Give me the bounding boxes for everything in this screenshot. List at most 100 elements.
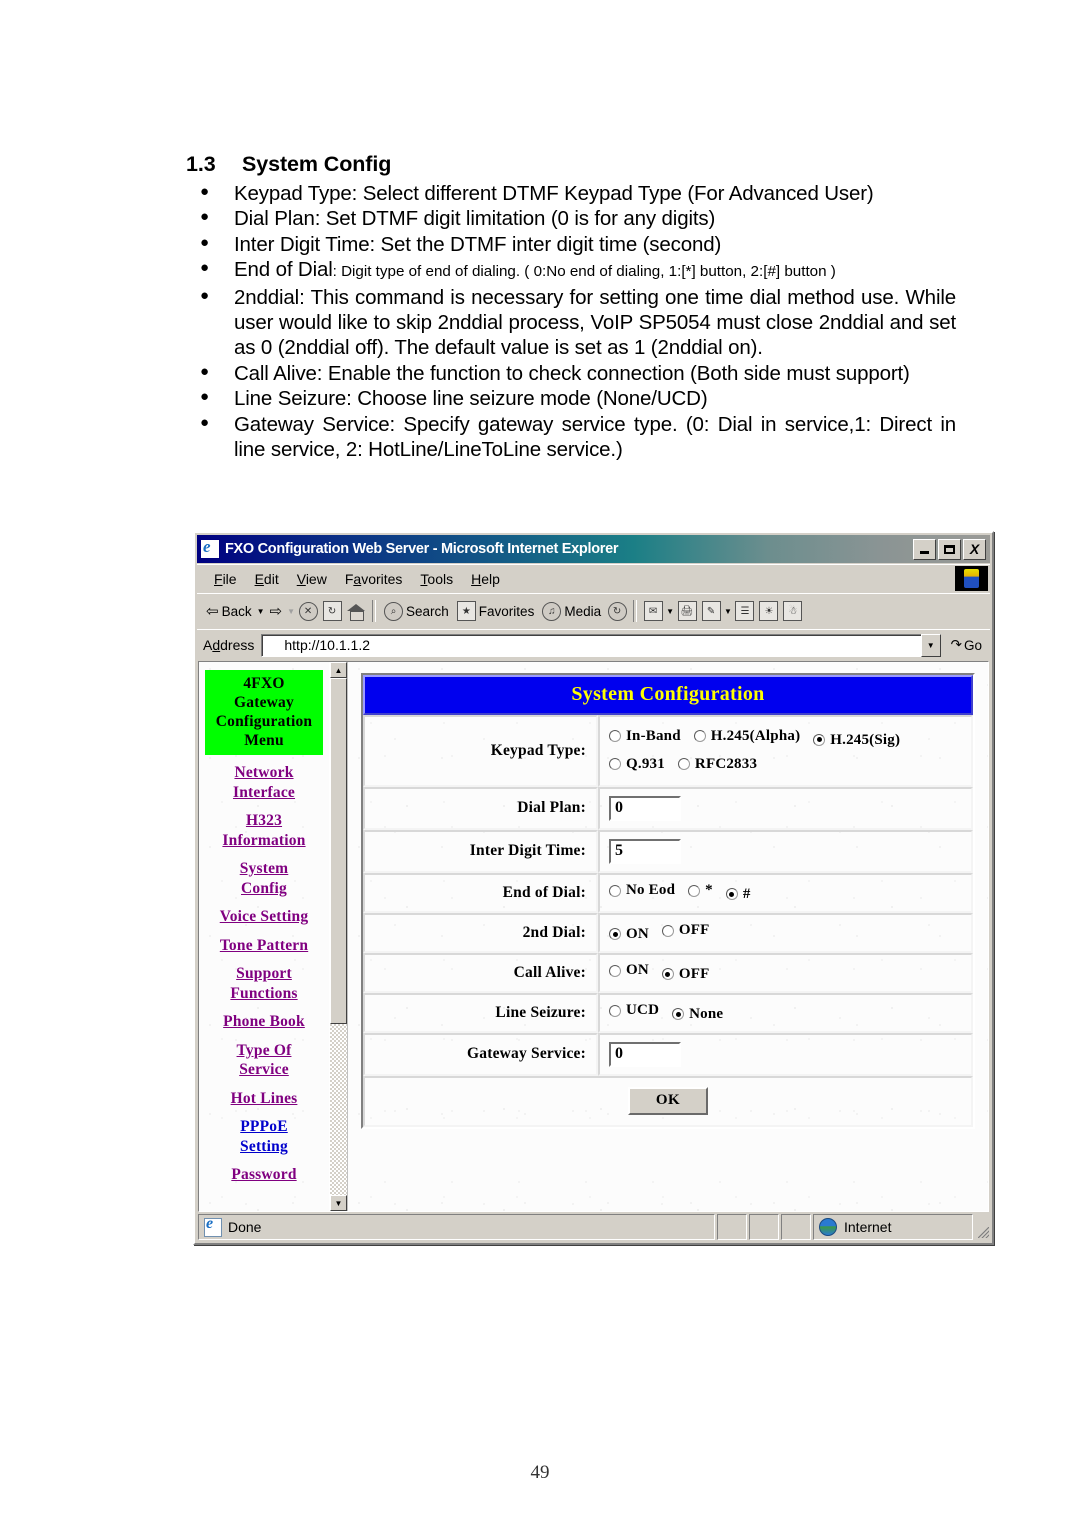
go-button[interactable]: ↷ Go <box>947 637 986 653</box>
menu-tools[interactable]: Tools <box>411 569 462 589</box>
address-dropdown-icon[interactable]: ▼ <box>920 633 941 657</box>
radio-line-seizure-none-label: None <box>689 1005 724 1022</box>
back-dropdown-icon[interactable]: ▼ <box>257 607 265 616</box>
radio-end-of-dial-hash[interactable]: # <box>725 886 751 903</box>
refresh-button[interactable]: ↻ <box>321 601 343 622</box>
inter-digit-time-input[interactable]: 5 <box>609 838 681 864</box>
realone-person-icon: ☃ <box>783 601 803 621</box>
gateway-service-input[interactable]: 0 <box>609 1041 681 1067</box>
nav-link-phone-book[interactable]: Phone Book <box>203 1012 325 1032</box>
bullet-inter-digit-time: Inter Digit Time: Set the DTMF inter dig… <box>186 230 956 257</box>
maximize-button[interactable] <box>938 538 961 560</box>
mail-button[interactable]: ✉ <box>642 601 664 622</box>
status-panel-2 <box>749 1214 779 1240</box>
favorites-button[interactable]: ★ Favorites <box>454 600 538 622</box>
ok-button[interactable]: OK <box>628 1086 708 1115</box>
radio-end-of-dial-star[interactable]: * <box>688 882 713 899</box>
radio-keypad-q931[interactable]: Q.931 <box>609 752 665 776</box>
menu-favorites[interactable]: Favorites <box>336 569 412 589</box>
nav-link-tone-pattern[interactable]: Tone Pattern <box>203 936 325 956</box>
status-panel-1 <box>717 1214 747 1240</box>
system-configuration-table: System Configuration Keypad Type: In-Ban… <box>361 673 975 1129</box>
nav-link-support-line-1: Support <box>236 965 292 982</box>
browser-window: FXO Configuration Web Server - Microsoft… <box>193 531 994 1245</box>
forward-dropdown-icon[interactable]: ▼ <box>287 607 295 616</box>
nav-link-password[interactable]: Password <box>203 1165 325 1185</box>
address-input[interactable]: http://10.1.1.2 <box>261 633 941 657</box>
radio-end-of-dial-none-label: No Eod <box>626 882 676 899</box>
menu-edit[interactable]: Edit <box>246 569 288 589</box>
scrollbar-track[interactable] <box>330 1023 347 1195</box>
nav-link-h323-line-1: H323 <box>245 812 283 829</box>
table-row-dial-plan: Dial Plan: 0 <box>363 786 973 830</box>
edit-dropdown-icon[interactable]: ▼ <box>724 607 732 616</box>
bullet-keypad-type: Keypad Type: Select different DTMF Keypa… <box>186 179 956 206</box>
radio-call-alive-on[interactable]: ON <box>609 962 649 979</box>
nav-link-network-interface[interactable]: Network Interface <box>203 763 325 802</box>
minimize-button[interactable] <box>913 538 936 560</box>
radio-line-seizure-none[interactable]: None <box>672 1006 723 1023</box>
gateway-menu-title-box: 4FXO Gateway Configuration Menu <box>205 670 323 755</box>
gateway-service-label: Gateway Service: <box>363 1032 598 1076</box>
status-bar: Done Internet <box>198 1214 989 1240</box>
nav-link-system-config[interactable]: System Config <box>203 859 325 898</box>
radio-line-seizure-ucd[interactable]: UCD <box>609 1002 659 1019</box>
nav-link-type-of-service[interactable]: Type Of Service <box>203 1041 325 1080</box>
section-title: System Config <box>242 152 392 176</box>
nav-link-support-functions[interactable]: Support Functions <box>203 964 325 1003</box>
search-button[interactable]: ⌕ Search <box>381 601 452 622</box>
radio-keypad-h245-sig[interactable]: H.245(Sig) <box>813 728 900 752</box>
home-button[interactable] <box>345 601 367 622</box>
security-zone-panel[interactable]: Internet <box>813 1214 973 1240</box>
radio-end-of-dial-star-label: * <box>705 882 713 899</box>
second-dial-options: ON OFF <box>598 912 973 953</box>
navigation-frame-scrollbar[interactable]: ▲ ▼ <box>329 662 347 1211</box>
forward-button[interactable]: ⇨ <box>267 603 286 620</box>
dial-plan-input[interactable]: 0 <box>609 795 681 821</box>
menu-file[interactable]: File <box>205 569 246 589</box>
radio-second-dial-off[interactable]: OFF <box>661 922 710 939</box>
nav-link-voice-setting[interactable]: Voice Setting <box>203 907 325 927</box>
discuss-button[interactable]: ☰ <box>734 601 756 622</box>
media-button[interactable]: ♫ Media <box>539 601 604 622</box>
nav-link-h323-information[interactable]: H323 Information <box>203 811 325 850</box>
radio-keypad-h245-sig-label: H.245(Sig) <box>830 731 901 748</box>
history-button[interactable]: ↻ <box>606 601 628 622</box>
nav-link-pppoe-setting[interactable]: PPPoE Setting <box>203 1117 325 1156</box>
nav-link-hot-lines[interactable]: Hot Lines <box>203 1089 325 1109</box>
edit-button[interactable]: ✎ <box>700 601 722 622</box>
close-button[interactable]: X <box>963 538 986 560</box>
internet-explorer-icon <box>200 539 220 559</box>
radio-keypad-h245-alpha[interactable]: H.245(Alpha) <box>693 724 801 748</box>
media-label: Media <box>564 603 602 619</box>
radio-keypad-rfc2833[interactable]: RFC2833 <box>677 752 757 776</box>
table-row-2nd-dial: 2nd Dial: ON OFF <box>363 912 973 953</box>
scroll-up-arrow-icon[interactable]: ▲ <box>330 662 347 678</box>
nav-link-tos-line-2: Service <box>239 1061 289 1078</box>
radio-call-alive-off[interactable]: OFF <box>661 966 710 983</box>
document-body: 1.3 System Config Keypad Type: Select di… <box>186 152 956 462</box>
bullet-gateway-service: Gateway Service: Specify gateway service… <box>186 410 956 463</box>
nav-link-system-config-line-2: Config <box>241 879 287 897</box>
stop-button[interactable]: ✕ <box>297 601 319 622</box>
bullet-line-seizure: Line Seizure: Choose line seizure mode (… <box>186 384 956 411</box>
menu-view[interactable]: View <box>288 569 336 589</box>
back-button[interactable]: ⇦ Back <box>203 603 255 620</box>
mail-dropdown-icon[interactable]: ▼ <box>666 607 674 616</box>
toolbar-separator-2 <box>633 600 638 622</box>
radio-end-of-dial-none[interactable]: No Eod <box>609 882 675 899</box>
radio-keypad-in-band[interactable]: In-Band <box>609 724 681 748</box>
radio-second-dial-on[interactable]: ON <box>609 926 649 943</box>
menu-box-line-2: Gateway <box>234 694 294 711</box>
scrollbar-thumb[interactable] <box>330 678 347 1024</box>
edit-icon: ✎ <box>701 601 721 621</box>
menu-help[interactable]: Help <box>462 569 509 589</box>
messenger-button[interactable]: ☀ <box>758 601 780 622</box>
print-button[interactable]: 🖨 <box>676 601 698 622</box>
table-row-keypad-type: Keypad Type: In-Band H.245(Alpha) H.245(Si… <box>363 715 973 787</box>
favorites-label: Favorites <box>478 603 535 619</box>
call-alive-options: ON OFF <box>598 952 973 993</box>
realone-button[interactable]: ☃ <box>782 601 804 622</box>
scroll-down-arrow-icon[interactable]: ▼ <box>330 1195 347 1211</box>
resize-grip[interactable] <box>975 1214 989 1240</box>
